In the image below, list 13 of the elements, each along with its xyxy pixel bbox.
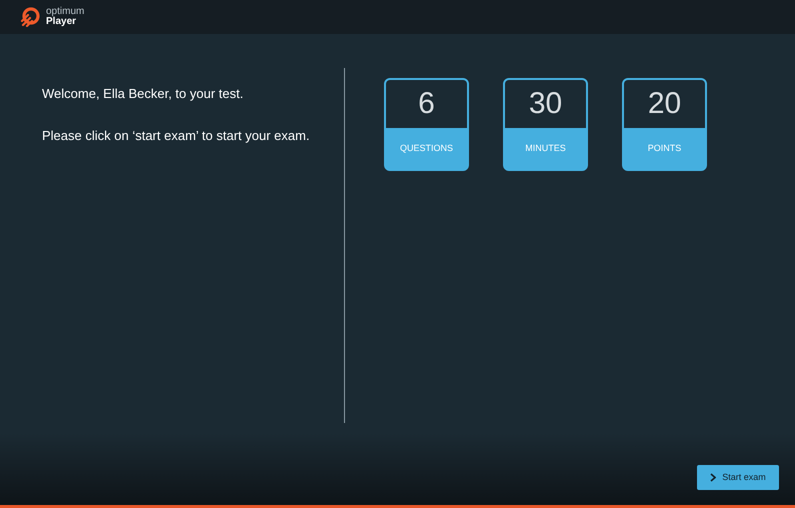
stat-value: 6 [418, 89, 435, 119]
brand-name: Player [46, 17, 76, 27]
welcome-text: Welcome, Ella Becker, to your test. [42, 85, 244, 103]
instruction-text: Please click on ‘start exam’ to start your exam. [42, 126, 311, 145]
chevron-right-icon [710, 473, 716, 482]
stat-label: QUESTIONS [400, 142, 453, 155]
stat-label: MINUTES [525, 142, 566, 155]
stat-value: 20 [648, 89, 682, 119]
logo-icon [20, 7, 40, 27]
brand-name-top: optimum [46, 7, 84, 17]
stat-label: POINTS [648, 142, 682, 155]
stat-value: 30 [528, 89, 562, 119]
start-exam-button[interactable]: Start exam [697, 465, 779, 490]
